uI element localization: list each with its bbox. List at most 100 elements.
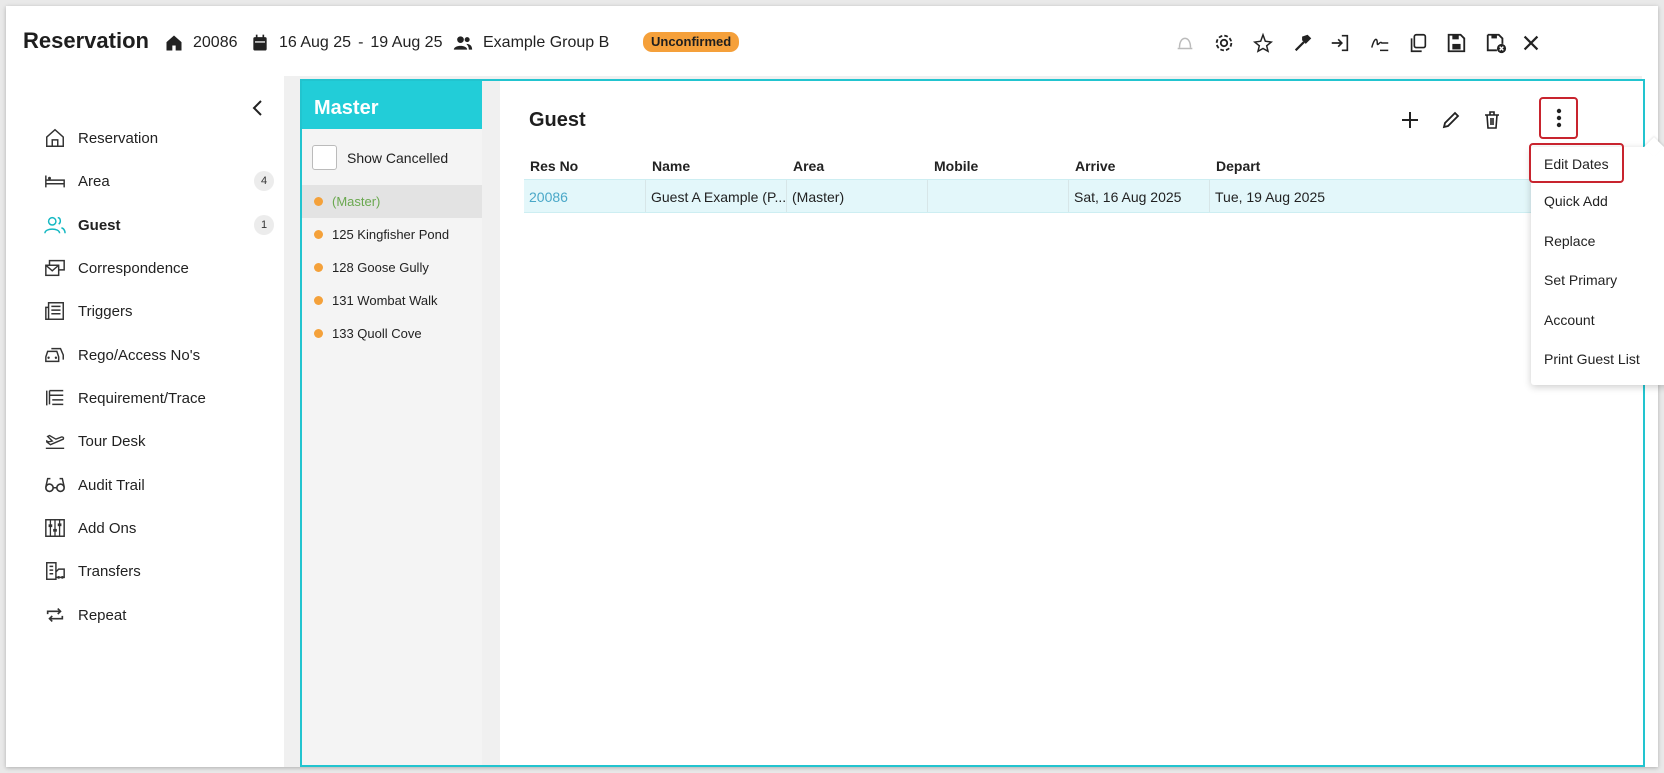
page-title: Reservation (23, 28, 149, 53)
chevron-left-icon[interactable] (248, 98, 268, 118)
calendar-icon (253, 34, 267, 51)
add-button[interactable] (1397, 107, 1423, 133)
res-no-link[interactable]: 20086 (524, 180, 646, 212)
guest-title: Guest (529, 109, 586, 131)
sidebar-item-requirement[interactable]: Requirement/Trace (44, 383, 274, 413)
sidebar-item-transfers[interactable]: Transfers (44, 556, 274, 586)
users-icon (453, 36, 473, 50)
sidebar-item-label: Correspondence (78, 259, 189, 277)
kebab-menu-icon (1556, 108, 1561, 128)
sidebar-item-repeat[interactable]: Repeat (44, 600, 274, 630)
save-icon[interactable] (1444, 31, 1468, 55)
menu-item-quick-add[interactable]: Quick Add (1544, 193, 1608, 209)
status-dot (314, 329, 323, 338)
sidebar-item-tour-desk[interactable]: Tour Desk (44, 426, 274, 456)
menu-item-set-primary[interactable]: Set Primary (1544, 272, 1617, 288)
area-item-label: 128 Goose Gully (332, 260, 429, 275)
menu-item-print-guest-list[interactable]: Print Guest List (1544, 351, 1640, 367)
column-header[interactable]: Depart (1210, 153, 1540, 179)
sidebar-item-rego[interactable]: Rego/Access No's (44, 340, 274, 370)
home-icon (46, 128, 64, 147)
sidebar-item-guest[interactable]: Guest 1 (44, 210, 274, 240)
save-close-icon[interactable] (1484, 31, 1508, 55)
table-cell: (Master) (787, 180, 928, 212)
sidebar-item-label: Rego/Access No's (78, 346, 201, 364)
sidebar: Reservation Area 4 Guest 1 Correspondenc… (22, 76, 284, 767)
sidebar-item-label: Area (78, 172, 110, 190)
settings-icon[interactable] (1212, 31, 1236, 55)
users-icon (44, 216, 66, 234)
sidebar-item-reservation[interactable]: Reservation (44, 123, 274, 153)
status-dot (314, 296, 323, 305)
area-item-label: 133 Quoll Cove (332, 326, 422, 341)
status-dot (314, 230, 323, 239)
header-bar: Reservation 20086 16 Aug 25 - 19 Aug 25 … (6, 6, 1658, 72)
newspaper-icon (45, 302, 64, 320)
master-header: Master (302, 81, 482, 129)
login-icon[interactable] (1328, 31, 1352, 55)
menu-arrow (1644, 137, 1664, 157)
show-cancelled-label: Show Cancelled (347, 149, 449, 166)
date-to: 19 Aug 25 (370, 34, 443, 51)
sidebar-item-area[interactable]: Area 4 (44, 166, 274, 196)
sidebar-item-add-ons[interactable]: Add Ons (44, 513, 274, 543)
table-row[interactable]: 20086 Guest A Example (P... (Master) Sat… (524, 179, 1631, 213)
trash-icon (1485, 111, 1499, 129)
plus-icon (1402, 112, 1418, 128)
column-header[interactable]: Area (787, 153, 928, 179)
menu-item-account[interactable]: Account (1544, 312, 1595, 328)
sidebar-item-audit-trail[interactable]: Audit Trail (44, 470, 274, 500)
home-icon (166, 35, 182, 51)
guest-panel: Guest Res No Name Area Mobile Arrive Dep… (500, 81, 1664, 765)
more-options-button[interactable] (1539, 97, 1578, 139)
area-item[interactable]: 128 Goose Gully (302, 251, 482, 284)
sidebar-item-label: Guest (78, 216, 121, 234)
area-item[interactable]: (Master) (302, 185, 482, 218)
show-cancelled-checkbox[interactable] (312, 145, 337, 170)
date-from: 16 Aug 25 (279, 34, 352, 51)
copy-icon[interactable] (1406, 31, 1430, 55)
car-icon (45, 347, 64, 363)
area-item[interactable]: 133 Quoll Cove (302, 317, 482, 350)
bell-icon[interactable] (1173, 31, 1197, 55)
column-header[interactable]: Name (646, 153, 787, 179)
area-item-label: 125 Kingfisher Pond (332, 227, 450, 242)
hammer-icon[interactable] (1291, 31, 1315, 55)
edit-button[interactable] (1438, 107, 1464, 133)
area-item[interactable]: 125 Kingfisher Pond (302, 218, 482, 251)
count-badge: 1 (254, 215, 274, 235)
sparkle-icon[interactable] (1251, 31, 1275, 55)
sidebar-item-triggers[interactable]: Triggers (44, 296, 274, 326)
pencil-icon (1442, 111, 1460, 129)
more-options-menu: Edit Dates Quick Add Replace Set Primary… (1529, 137, 1664, 385)
mail-icon (45, 259, 65, 277)
date-range: 16 Aug 25 - 19 Aug 25 (250, 33, 442, 53)
menu-item-replace[interactable]: Replace (1544, 233, 1595, 249)
repeat-icon (46, 607, 64, 623)
sidebar-item-label: Add Ons (78, 519, 137, 537)
status-badge: Unconfirmed (643, 32, 740, 52)
show-cancelled-toggle[interactable]: Show Cancelled (312, 145, 448, 170)
sidebar-item-label: Reservation (78, 129, 159, 147)
table-cell: Guest A Example (P... (646, 180, 787, 212)
sidebar-item-label: Transfers (78, 562, 141, 580)
area-list: Master Show Cancelled (Master) 125 Kingf… (302, 81, 482, 765)
column-header[interactable]: Res No (524, 153, 646, 179)
signature-icon[interactable] (1368, 31, 1392, 55)
res-number-value: 20086 (193, 34, 238, 51)
menu-item-edit-dates[interactable]: Edit Dates (1529, 143, 1624, 183)
close-icon[interactable] (1519, 31, 1543, 55)
group-name-value: Example Group B (483, 34, 610, 51)
count-badge: 4 (254, 171, 274, 191)
sidebar-item-correspondence[interactable]: Correspondence (44, 253, 274, 283)
area-item[interactable]: 131 Wombat Walk (302, 284, 482, 317)
bed-icon (45, 175, 65, 188)
reservation-panel: Master Show Cancelled (Master) 125 Kingf… (300, 79, 1664, 767)
status-dot (314, 263, 323, 272)
column-header[interactable]: Mobile (928, 153, 1069, 179)
building-icon (46, 562, 65, 580)
sidebar-item-label: Requirement/Trace (78, 389, 206, 407)
res-number: 20086 (164, 33, 238, 53)
delete-button[interactable] (1479, 107, 1505, 133)
column-header[interactable]: Arrive (1069, 153, 1210, 179)
